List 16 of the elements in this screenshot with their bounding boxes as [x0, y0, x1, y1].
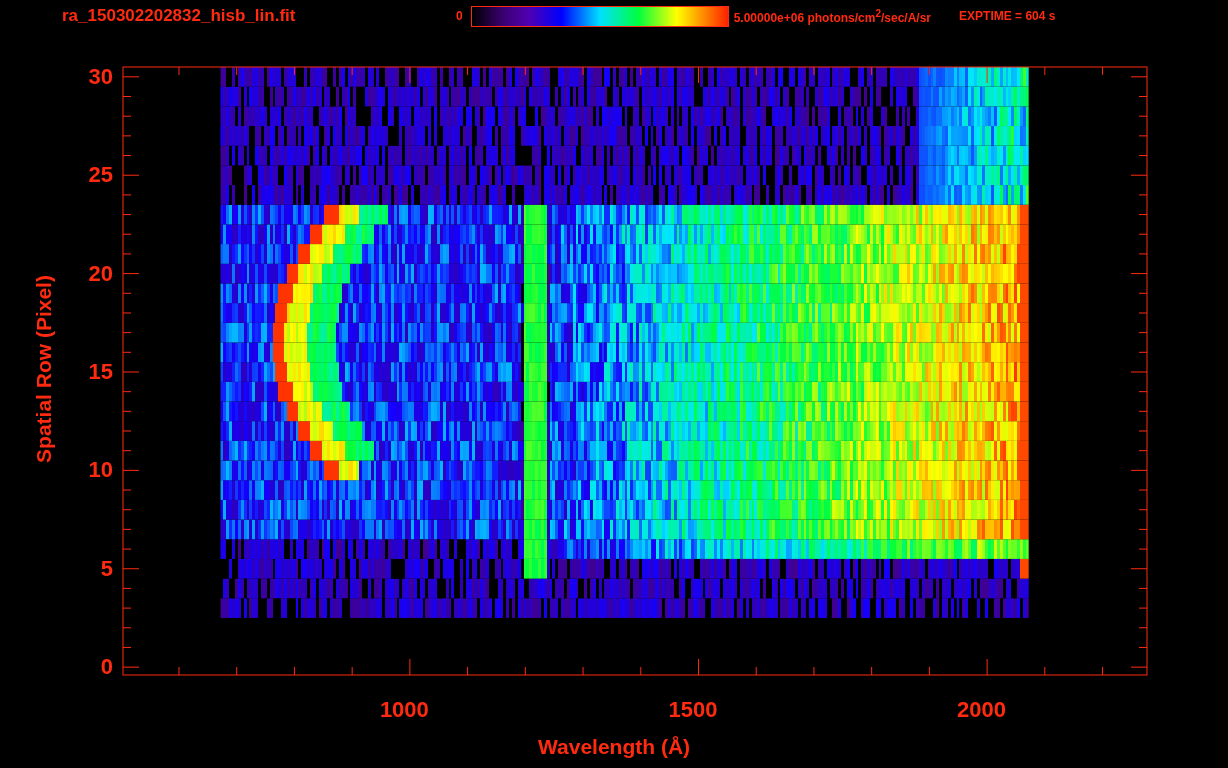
colorbar-max-label: 5.00000e+06 photons/cm$^{2}$/sec/A/sr	[733, 7, 932, 25]
y-tick-label: 25	[88, 162, 113, 189]
x-axis-label: Wavelength (Å)	[538, 735, 691, 759]
x-tick-label: 2000	[957, 697, 1007, 723]
x-tick-label: 1000	[379, 697, 429, 723]
y-tick-label: 20	[88, 260, 113, 287]
y-tick-label: 0	[100, 654, 113, 681]
x-tick-label: 1500	[668, 697, 718, 723]
y-tick-label: 30	[88, 63, 113, 90]
y-tick-label: 10	[88, 457, 113, 484]
colorbar-min-label: 0	[456, 9, 463, 23]
y-tick-label: 5	[100, 555, 113, 582]
file-name: ra_150302202832_hisb_lin.fit	[62, 6, 297, 26]
y-axis-label: Spatial Row (Pixel)	[32, 274, 56, 465]
exposure-time: EXPTIME = 604 s	[959, 9, 1056, 23]
y-tick-label: 15	[88, 358, 113, 385]
